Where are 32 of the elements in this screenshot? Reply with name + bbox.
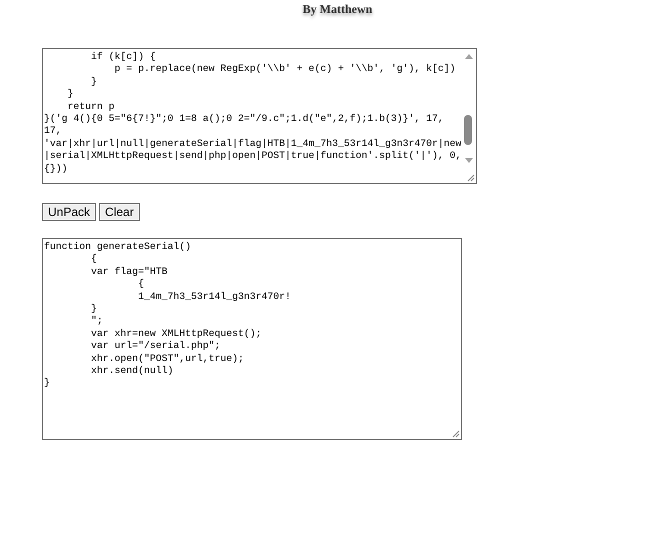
code-line: |serial|XMLHttpRequest|send|php|open|POST|true|function'.split('|'), 0, xyxy=(44,150,462,163)
code-line: if (k[c]) { xyxy=(90,51,157,64)
code-line: 17, xyxy=(44,125,63,138)
code-line: "; xyxy=(90,315,104,328)
code-line: {})) xyxy=(44,162,69,176)
scroll-up-icon[interactable] xyxy=(464,52,474,60)
code-line: } xyxy=(90,303,98,316)
clear-button[interactable]: Clear xyxy=(99,203,140,221)
code-line: function generateSerial() xyxy=(44,241,192,254)
code-line: { xyxy=(90,253,98,266)
resize-grip-icon[interactable] xyxy=(465,172,475,182)
code-line: p = p.replace(new RegExp('\\b' + e(c) + '\\b', 'g'), k[c]) xyxy=(114,63,457,76)
code-line: { xyxy=(137,278,145,291)
code-line: var xhr=new XMLHttpRequest(); xyxy=(90,328,263,340)
code-line: 1_4m_7h3_53r14l_g3n3r470r! xyxy=(137,290,292,304)
code-line: return p xyxy=(66,100,116,114)
byline-heading: By Matthewn xyxy=(302,3,372,15)
code-line: var flag="HTB xyxy=(90,266,168,278)
unpack-button[interactable]: UnPack xyxy=(42,203,96,221)
code-line: } xyxy=(66,88,74,101)
code-line: xhr.open("POST",url,true); xyxy=(90,352,245,366)
scroll-down-icon[interactable] xyxy=(464,157,474,165)
unpacked-code-textarea[interactable]: function generateSerial() { var flag="HTB { 1_4m_7h3_53r14l_g3n3r470r! } "; var xhr=new XMLHttpRequest(); var url="/serial.php"; xhr.open("POST",url,true); xhr.send(null) } xyxy=(42,238,462,440)
code-line: 'var|xhr|url|null|generateSerial|flag|HTB|1_4m_7h3_53r14l_g3n3r470r|new xyxy=(44,138,462,150)
scrollbar-thumb[interactable] xyxy=(464,115,472,145)
packed-code-textarea[interactable] xyxy=(42,48,477,184)
code-line: }('g 4(){0 5="6{7!}";0 1=8 a();0 2="/9.c";1.d("e",2,f);1.b(3)}', 17, xyxy=(44,113,445,126)
code-line: xhr.send(null) xyxy=(90,365,174,378)
code-line: } xyxy=(90,76,98,88)
resize-grip-icon[interactable] xyxy=(450,428,460,438)
code-line: } xyxy=(44,377,51,390)
code-line: var url="/serial.php"; xyxy=(90,340,222,353)
